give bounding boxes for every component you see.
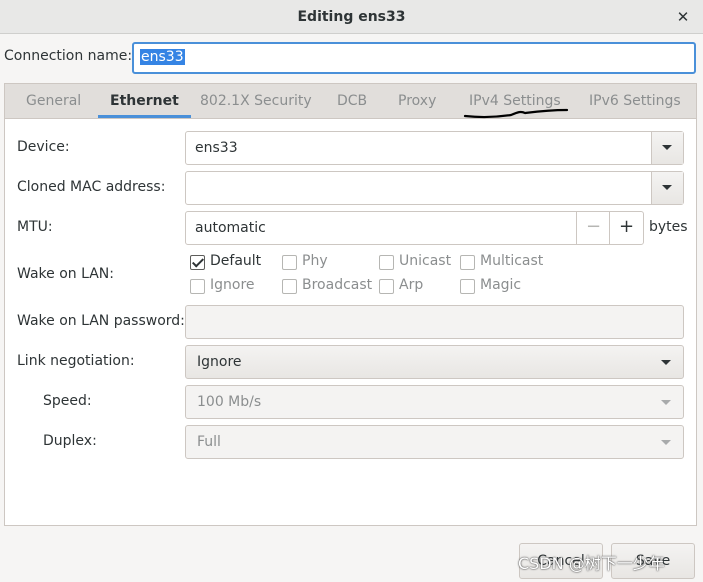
device-combo[interactable]: ens33 [185,131,684,165]
cloned-mac-label: Cloned MAC address: [17,179,166,195]
mtu-value: automatic [195,220,266,236]
device-dropdown-button[interactable] [651,132,683,164]
annotation-underline [463,108,569,119]
wol-default-checkbox[interactable]: Default [190,253,270,273]
chevron-down-icon [662,145,672,150]
checkbox-box [379,255,394,270]
duplex-value: Full [197,434,221,450]
wol-phy-label: Phy [302,253,328,269]
checkbox-box [460,279,475,294]
connection-name-value: ens33 [140,49,185,65]
wol-magic-label: Magic [480,277,522,293]
window-title: Editing ens33 [297,9,406,25]
wol-arp-checkbox[interactable]: Arp [379,277,439,297]
device-value: ens33 [195,140,238,156]
wol-ignore-checkbox[interactable]: Ignore [190,277,270,297]
wol-broadcast-checkbox[interactable]: Broadcast [282,277,372,297]
duplex-dropdown[interactable]: Full [185,425,684,459]
close-icon[interactable]: ✕ [673,7,693,27]
chevron-down-icon [661,440,671,445]
checkbox-box [282,279,297,294]
mtu-label: MTU: [17,219,53,235]
chevron-down-icon [662,185,672,190]
tab-8021x-security[interactable]: 802.1X Security [200,84,312,118]
duplex-label: Duplex: [43,433,97,449]
speed-label: Speed: [43,393,92,409]
wol-unicast-checkbox[interactable]: Unicast [379,253,454,273]
checkbox-box [379,279,394,294]
title-bar: Editing ens33 ✕ [0,0,703,34]
tab-bar: General Ethernet 802.1X Security DCB Pro… [5,84,696,119]
wol-magic-checkbox[interactable]: Magic [460,277,530,297]
cancel-button[interactable]: Cancel [519,543,603,579]
tab-proxy[interactable]: Proxy [398,84,436,118]
mtu-decrement-button[interactable]: − [576,212,610,244]
link-negotiation-dropdown[interactable]: Ignore [185,345,684,379]
speed-value: 100 Mb/s [197,394,262,410]
save-button[interactable]: Save [611,543,695,579]
link-negotiation-value: Ignore [197,354,242,370]
wol-ignore-label: Ignore [210,277,255,293]
mtu-increment-button[interactable]: + [609,212,643,244]
speed-dropdown[interactable]: 100 Mb/s [185,385,684,419]
wol-multicast-checkbox[interactable]: Multicast [460,253,550,273]
wol-password-input[interactable] [185,305,684,339]
mtu-unit-label: bytes [649,219,688,235]
wol-broadcast-label: Broadcast [302,277,373,293]
tab-ipv6-settings[interactable]: IPv6 Settings [589,84,681,118]
cloned-mac-dropdown-button[interactable] [651,172,683,204]
wol-arp-label: Arp [399,277,424,293]
mtu-spinbutton[interactable]: automatic − + [185,211,644,245]
connection-name-input[interactable]: ens33 [132,42,696,74]
connection-name-label: Connection name: [4,48,133,64]
wol-unicast-label: Unicast [399,253,452,269]
link-negotiation-label: Link negotiation: [17,353,135,369]
chevron-down-icon [661,400,671,405]
tab-dcb[interactable]: DCB [337,84,367,118]
checkbox-box [190,279,205,294]
wol-multicast-label: Multicast [480,253,544,269]
cloned-mac-combo[interactable] [185,171,684,205]
chevron-down-icon [661,360,671,365]
device-label: Device: [17,139,70,155]
checkbox-box [190,255,205,270]
tab-general[interactable]: General [26,84,81,118]
wol-default-label: Default [210,253,262,269]
tab-ethernet[interactable]: Ethernet [98,84,191,118]
wol-password-label: Wake on LAN password: [17,313,185,329]
wol-phy-checkbox[interactable]: Phy [282,253,342,273]
checkbox-box [460,255,475,270]
wake-on-lan-label: Wake on LAN: [17,266,114,282]
checkbox-box [282,255,297,270]
